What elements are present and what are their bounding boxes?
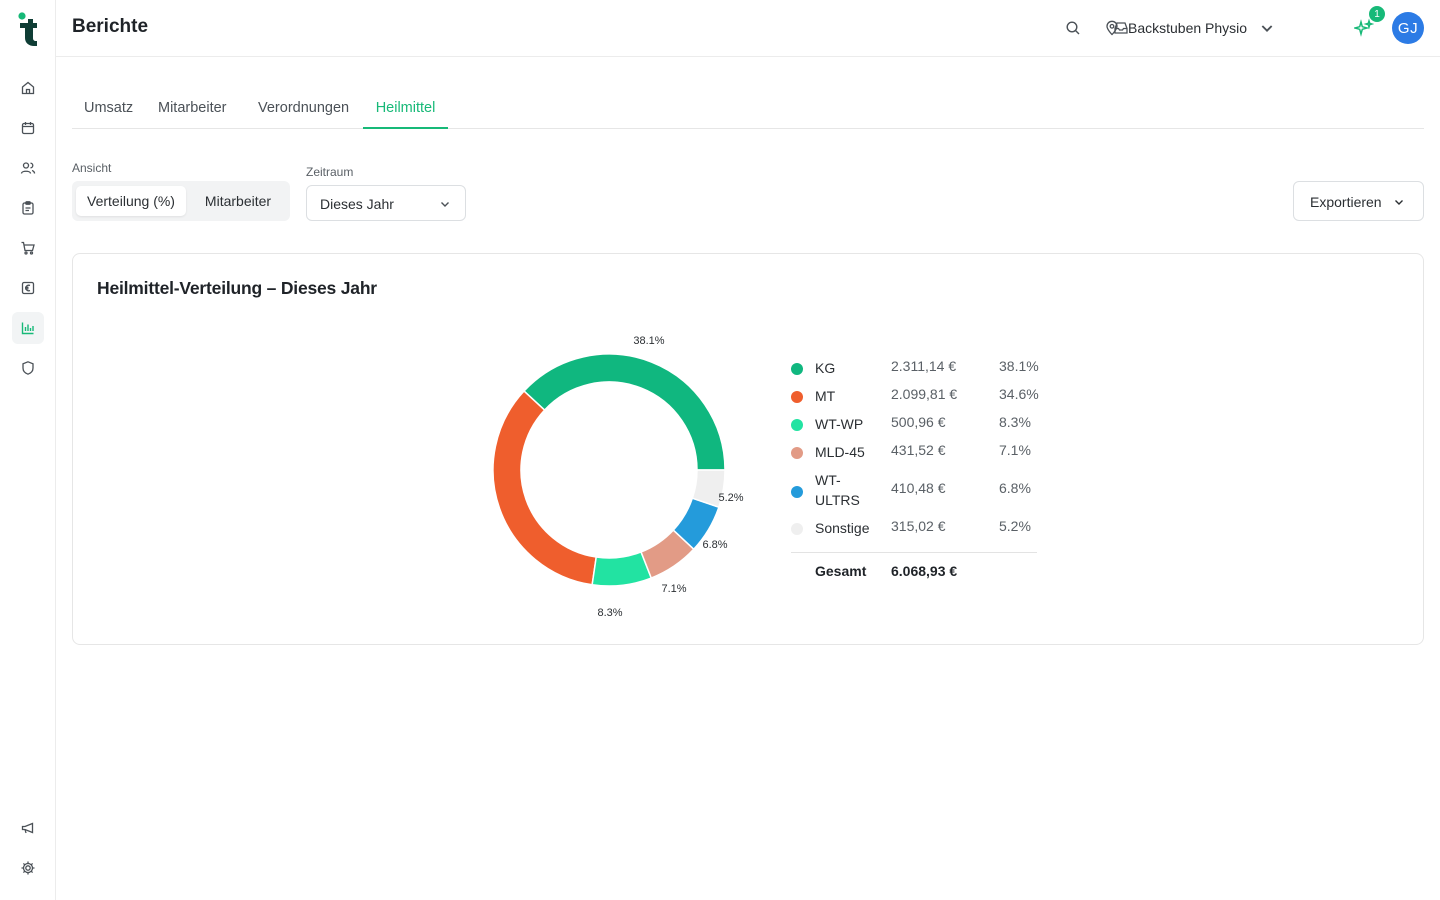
legend-percent: 8.3% — [999, 414, 1031, 430]
period-label: Zeitraum — [306, 165, 354, 179]
euro-icon — [21, 281, 35, 295]
donut-slice-mt[interactable] — [492, 389, 598, 586]
nav-cart[interactable] — [12, 232, 44, 264]
chevron-down-icon — [1261, 25, 1273, 32]
legend-row: WT-ULTRS 410,48 € 6.8% — [791, 468, 1037, 516]
donut-label: 5.2% — [718, 492, 743, 504]
megaphone-icon — [21, 822, 34, 834]
notification-badge: 1 — [1369, 6, 1385, 22]
legend-label: MLD-45 — [815, 444, 865, 460]
legend-label: MT — [815, 388, 836, 404]
nav-users[interactable] — [12, 152, 44, 184]
legend-percent: 34.6% — [999, 386, 1039, 402]
legend-swatch — [791, 523, 803, 535]
sidebar — [0, 0, 56, 900]
donut-chart: 38.1%6%8.3%7.1%6.8%5.2% — [492, 335, 744, 619]
tab-mitarbeiter[interactable]: Mitarbeiter — [158, 88, 227, 129]
view-distribution-button[interactable]: Verteilung (%) — [76, 186, 186, 216]
page-title: Berichte — [72, 16, 149, 37]
clipboard-icon — [22, 201, 34, 215]
map-pin-icon — [1106, 20, 1118, 36]
location-selector[interactable]: Backstuben Physio — [1104, 17, 1275, 39]
legend-label: Sonstige — [815, 520, 870, 536]
view-label: Ansicht — [72, 161, 112, 175]
legend-percent: 6.8% — [999, 480, 1031, 496]
bar-chart-icon — [21, 322, 34, 335]
legend-row: KG 2.311,14 € 38.1% — [791, 356, 1039, 384]
nav-announcements[interactable] — [12, 812, 44, 844]
export-button[interactable]: Exportieren — [1293, 181, 1424, 221]
notifications-button[interactable] — [1352, 18, 1375, 38]
view-toggle: Verteilung (%) Mitarbeiter — [72, 181, 290, 221]
legend-value: 410,48 € — [891, 480, 946, 496]
location-name: Backstuben Physio — [1128, 20, 1248, 36]
donut-label: 8.3% — [597, 607, 622, 619]
tab-heilmittel[interactable]: Heilmittel — [363, 88, 448, 129]
legend-row: MT 2.099,81 € 34.6% — [791, 384, 1039, 412]
period-value: Dieses Jahr — [320, 196, 394, 212]
legend-value: 500,96 € — [891, 414, 946, 430]
legend-label: KG — [815, 360, 836, 376]
chart-legend: KG 2.311,14 € 38.1% MT 2.099,81 € 34.6% … — [791, 356, 1039, 589]
avatar[interactable]: GJ — [1392, 12, 1424, 44]
legend-swatch — [791, 391, 803, 403]
calendar-icon — [21, 122, 35, 135]
report-tabs: Umsatz Mitarbeiter Verordnungen Heilmitt… — [72, 88, 1424, 129]
donut-label: 6.8% — [702, 539, 727, 551]
period-select[interactable]: Dieses Jahr — [306, 185, 466, 221]
cart-icon — [21, 241, 35, 255]
gear-icon — [21, 861, 35, 875]
view-staff-button[interactable]: Mitarbeiter — [190, 186, 286, 216]
search-icon — [1066, 21, 1080, 35]
nav-clipboard[interactable] — [12, 192, 44, 224]
home-icon — [21, 81, 35, 95]
users-icon — [20, 162, 36, 174]
total-value: 6.068,93 € — [891, 563, 958, 579]
legend-percent: 7.1% — [999, 442, 1031, 458]
legend-value: 315,02 € — [891, 518, 946, 534]
legend-label: WT-ULTRS — [815, 472, 860, 508]
legend-label: WT-WP — [815, 416, 864, 432]
legend-row: Sonstige 315,02 € 5.2% — [791, 516, 1037, 544]
app-logo[interactable] — [18, 12, 38, 46]
nav-settings[interactable] — [12, 852, 44, 884]
donut-slice-kg[interactable] — [522, 353, 726, 471]
legend-percent: 5.2% — [999, 518, 1031, 534]
nav-reports[interactable] — [12, 312, 44, 344]
nav-calendar[interactable] — [12, 112, 44, 144]
legend-swatch — [791, 419, 803, 431]
legend-value: 2.099,81 € — [891, 386, 958, 402]
chevron-down-icon — [1395, 200, 1403, 205]
chevron-down-icon — [441, 202, 449, 207]
nav-home[interactable] — [12, 72, 44, 104]
chart-title: Heilmittel-Verteilung – Dieses Jahr — [97, 278, 377, 298]
tab-umsatz[interactable]: Umsatz — [84, 88, 133, 129]
tab-verordnungen[interactable]: Verordnungen — [258, 88, 349, 129]
nav-security[interactable] — [12, 352, 44, 384]
legend-swatch — [791, 486, 803, 498]
sparkle-icon — [1352, 18, 1375, 37]
legend-percent: 38.1% — [999, 358, 1039, 374]
legend-total-row: Gesamt 6.068,93 € — [791, 553, 1037, 589]
shield-icon — [22, 361, 34, 375]
legend-swatch — [791, 363, 803, 375]
legend-swatch — [791, 447, 803, 459]
donut-label: 7.1% — [661, 583, 686, 595]
donut-label: 38.1% — [633, 335, 664, 347]
legend-row: MLD-45 431,52 € 7.1% — [791, 440, 1037, 468]
legend-value: 2.311,14 € — [891, 358, 957, 374]
total-label: Gesamt — [815, 563, 867, 579]
legend-row: WT-WP 500,96 € 8.3% — [791, 412, 1037, 440]
search-button[interactable] — [1063, 18, 1083, 38]
chart-card: Heilmittel-Verteilung – Dieses Jahr 38.1… — [72, 253, 1424, 645]
nav-billing[interactable] — [12, 272, 44, 304]
export-label: Exportieren — [1310, 194, 1382, 210]
legend-value: 431,52 € — [891, 442, 946, 458]
